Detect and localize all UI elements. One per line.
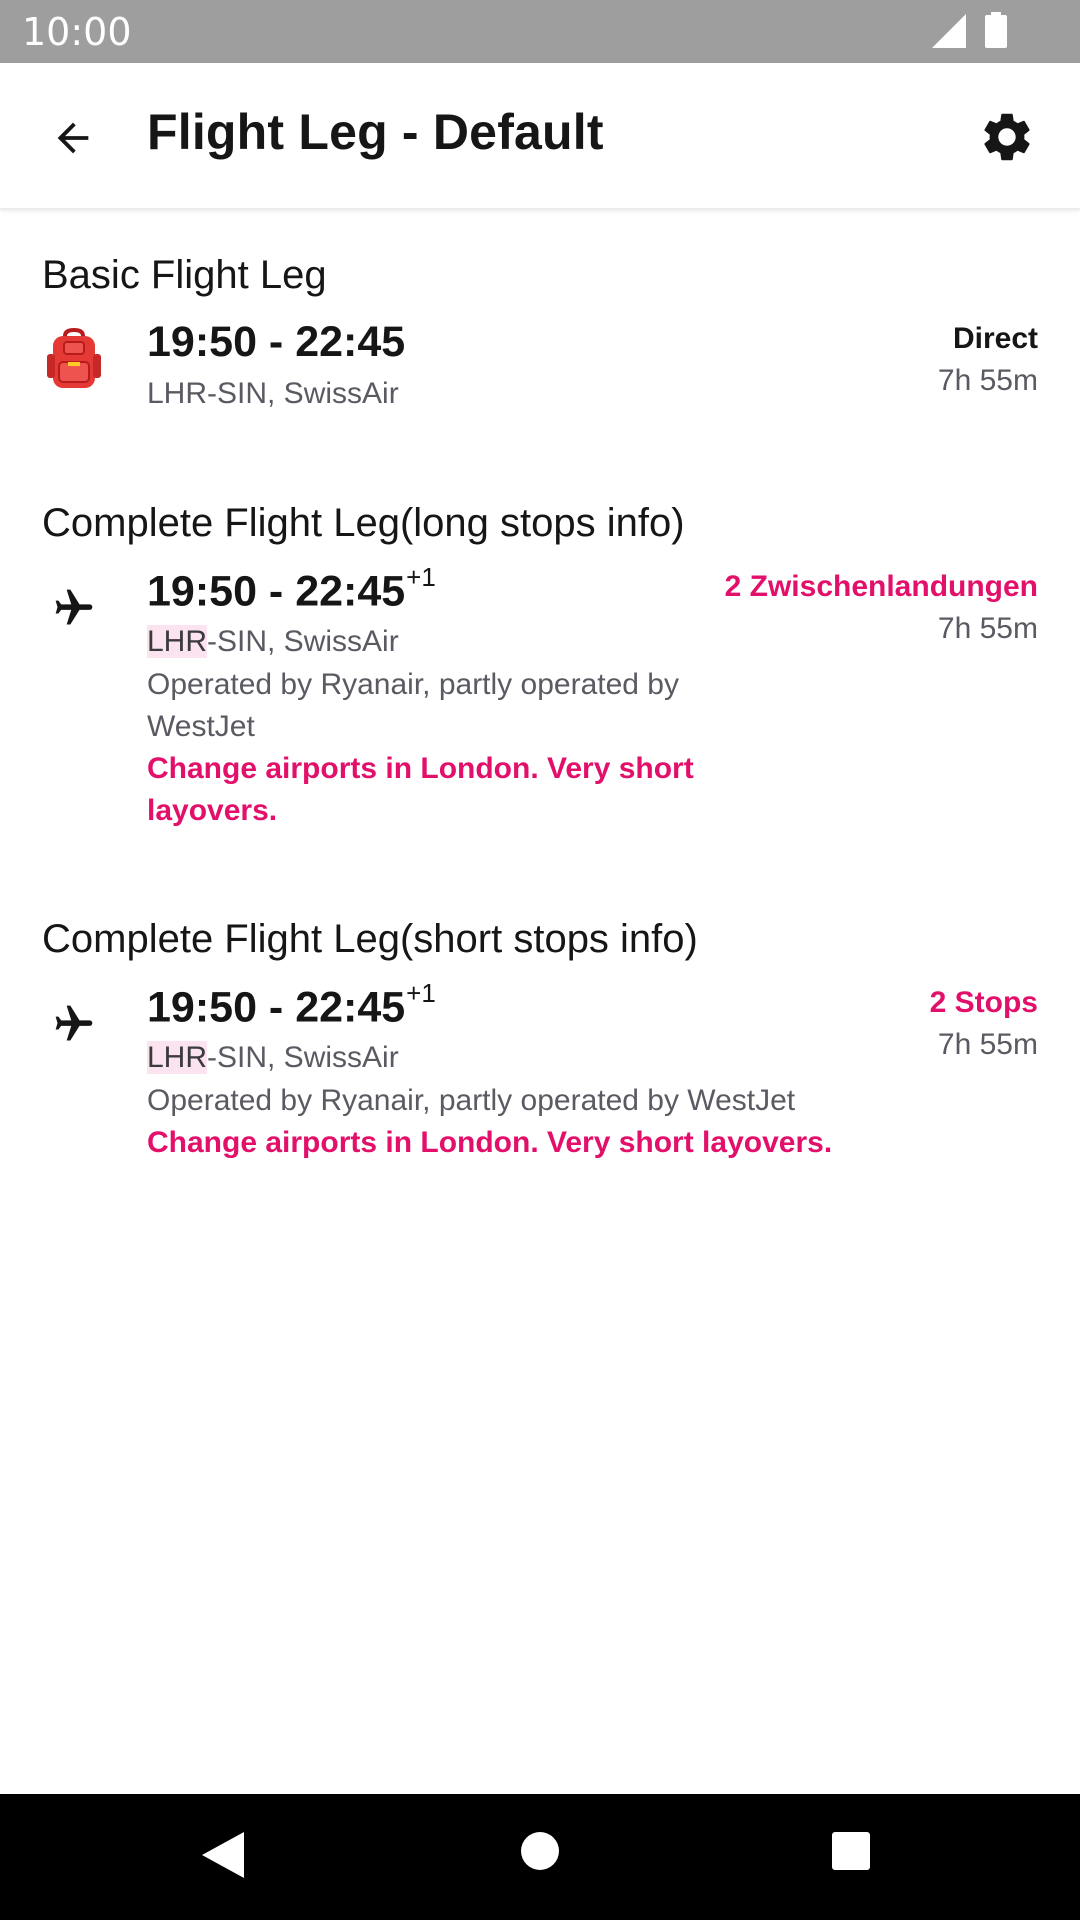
- stops-label: 2 Stops: [929, 986, 1038, 1019]
- time-range-text: 19:50 - 22:45: [147, 318, 406, 366]
- app-bar: Flight Leg - Default: [0, 63, 1080, 210]
- stops-label: 2 Zwischenlandungen: [724, 570, 1038, 603]
- time-range: 19:50 - 22:45+1: [147, 978, 436, 1032]
- nav-back-icon[interactable]: [200, 1830, 246, 1880]
- nav-home-icon[interactable]: [521, 1832, 559, 1870]
- page-title: Flight Leg - Default: [147, 104, 604, 160]
- route-text: -SIN, SwissAir: [207, 625, 399, 658]
- route-text: -SIN, SwissAir: [207, 1041, 399, 1074]
- operated-by-text: Operated by Ryanair, partly operated by …: [147, 668, 679, 743]
- nav-recents-icon[interactable]: [832, 1832, 870, 1870]
- status-time: 10:00: [22, 10, 132, 54]
- operated-by-text: Operated by Ryanair, partly operated by …: [147, 1084, 796, 1117]
- duration-label: 7h 55m: [937, 612, 1038, 645]
- gear-icon: [984, 113, 1030, 161]
- section-heading: Complete Flight Leg(long stops info): [42, 501, 685, 545]
- section-heading: Complete Flight Leg(short stops info): [42, 917, 698, 961]
- day-offset: +1: [406, 562, 436, 592]
- route-line: LHR-SIN, SwissAir: [147, 1041, 399, 1075]
- time-range-text: 19:50 - 22:45: [147, 567, 406, 616]
- section-heading: Basic Flight Leg: [42, 253, 327, 297]
- route-origin-highlight: LHR: [147, 1041, 208, 1074]
- battery-icon: [985, 12, 1007, 48]
- route-origin-highlight: LHR: [147, 625, 208, 658]
- day-offset: +1: [406, 978, 436, 1008]
- system-nav-bar: [0, 1794, 1080, 1920]
- airplane-icon: [44, 578, 104, 638]
- backpack-icon: [44, 328, 104, 390]
- back-button[interactable]: [42, 107, 104, 169]
- time-range: 19:50 - 22:45: [147, 318, 405, 367]
- signal-icon: [932, 14, 966, 48]
- duration-label: 7h 55m: [937, 364, 1038, 397]
- warning-text: Change airports in London. Very short la…: [147, 1126, 833, 1159]
- arrow-back-icon: [57, 122, 89, 154]
- status-bar: 10:00: [0, 0, 1080, 63]
- stops-label: Direct: [952, 322, 1038, 355]
- time-range-text: 19:50 - 22:45: [147, 983, 406, 1032]
- duration-label: 7h 55m: [937, 1028, 1038, 1061]
- route-text: LHR-SIN, SwissAir: [147, 377, 399, 410]
- airplane-icon: [44, 994, 104, 1054]
- settings-button[interactable]: [976, 106, 1038, 168]
- time-range: 19:50 - 22:45+1: [147, 562, 436, 616]
- route-line: LHR-SIN, SwissAir: [147, 377, 399, 411]
- warning-text: Change airports in London. Very short la…: [147, 752, 694, 827]
- route-line: LHR-SIN, SwissAir: [147, 625, 399, 659]
